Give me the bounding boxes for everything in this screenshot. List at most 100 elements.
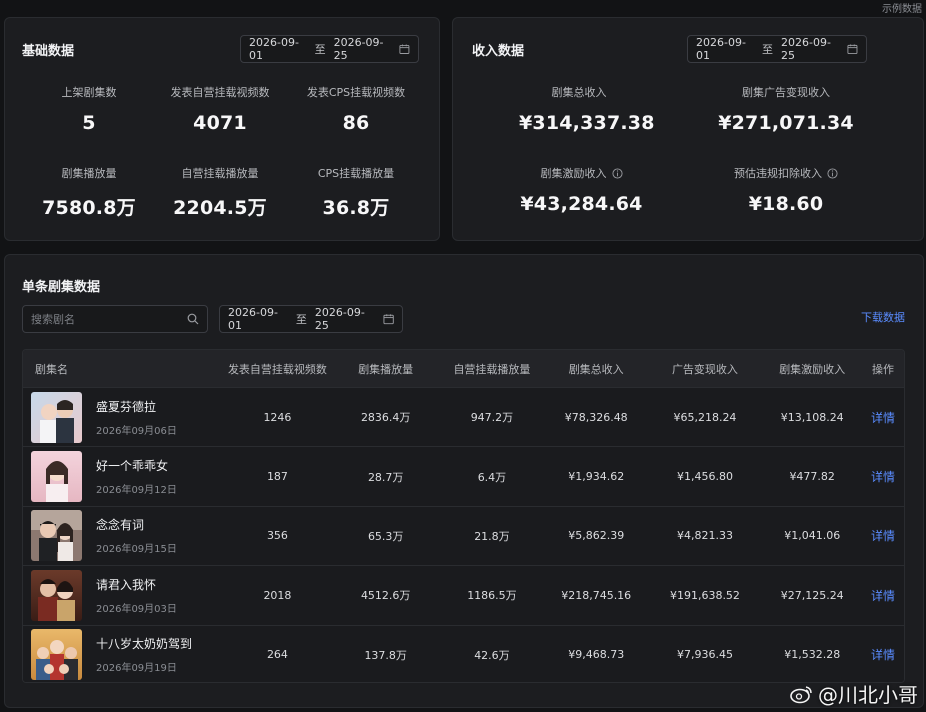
drama-date: 2026年09月06日 — [96, 425, 177, 437]
calendar-icon — [383, 314, 394, 325]
detail-link[interactable]: 详情 — [862, 646, 904, 663]
cell-videos: 2018 — [263, 588, 292, 602]
cell-videos: 264 — [266, 648, 288, 662]
drama-date: 2026年09月15日 — [96, 544, 177, 556]
single-date-sep: 至 — [295, 313, 307, 326]
weibo-watermark: @川北小哥 — [790, 679, 918, 708]
detail-link[interactable]: 详情 — [862, 468, 904, 485]
drama-name: 请君入我怀 — [96, 577, 157, 592]
drama-date: 2026年09月19日 — [96, 663, 177, 675]
table-row: 盛夏芬德拉 2026年09月06日 1246 2836.4万 947.2万 ¥7… — [23, 387, 904, 447]
single-date-range[interactable]: 2026-09-01 至 2026-09-25 — [219, 305, 403, 333]
cell-total: ¥78,326.48 — [564, 410, 628, 424]
cell-incentive: ¥13,108.24 — [780, 410, 844, 424]
cell-incentive: ¥1,532.28 — [784, 648, 841, 662]
basic-date-end: 2026-09-25 — [333, 36, 384, 62]
stat-incentive-income: 剧集激励收入 ¥43,284.64 — [520, 167, 643, 215]
basic-date-start: 2026-09-01 — [249, 36, 299, 62]
col-header-ad: 广告变现收入 — [671, 362, 738, 376]
cell-videos: 187 — [266, 470, 288, 484]
drama-search-input[interactable] — [31, 312, 187, 326]
detail-link[interactable]: 详情 — [862, 527, 904, 544]
single-date-start: 2026-09-01 — [228, 306, 278, 332]
stat-cps-plays: CPS挂载播放量 36.8万 — [317, 167, 395, 219]
single-date-end: 2026-09-25 — [314, 306, 365, 332]
cell-ad: ¥4,821.33 — [676, 529, 733, 543]
drama-table: 剧集名 发表自营挂载视频数 剧集播放量 自营挂载播放量 剧集总收入 广告变现收入… — [22, 349, 905, 683]
cell-self-plays: 947.2万 — [470, 411, 514, 425]
cell-self-plays: 42.6万 — [474, 648, 510, 662]
col-header-total: 剧集总收入 — [568, 362, 624, 376]
detail-link[interactable]: 详情 — [862, 587, 904, 604]
col-header-videos: 发表自营挂载视频数 — [227, 362, 327, 376]
table-row: 十八岁太奶奶驾到 2026年09月19日 264 137.8万 42.6万 ¥9… — [23, 624, 904, 682]
info-icon[interactable] — [827, 167, 838, 179]
stat-ad-income: 剧集广告变现收入 ¥271,071.34 — [718, 86, 854, 134]
col-header-incentive: 剧集激励收入 — [779, 362, 846, 376]
drama-poster[interactable] — [31, 451, 82, 503]
cell-self-plays: 6.4万 — [477, 470, 507, 484]
basic-date-sep: 至 — [314, 43, 326, 56]
income-data-title: 收入数据 — [472, 44, 525, 59]
stat-self-plays: 自营挂载播放量 2204.5万 — [173, 167, 267, 219]
stat-cps-videos: 发表CPS挂载视频数 86 — [306, 86, 406, 134]
stat-self-videos: 发表自营挂载视频数 4071 — [170, 86, 270, 134]
cell-ad: ¥65,218.24 — [673, 410, 737, 424]
table-header: 剧集名 发表自营挂载视频数 剧集播放量 自营挂载播放量 剧集总收入 广告变现收入… — [23, 350, 904, 387]
watermark-text: @川北小哥 — [818, 683, 918, 707]
income-date-range[interactable]: 2026-09-01 至 2026-09-25 — [687, 35, 867, 63]
table-row: 请君入我怀 2026年09月03日 2018 4512.6万 1186.5万 ¥… — [23, 565, 904, 625]
cell-incentive: ¥1,041.06 — [784, 529, 841, 543]
stat-total-income: 剧集总收入 ¥314,337.38 — [519, 86, 655, 134]
drama-name: 好一个乖乖女 — [96, 459, 169, 474]
search-icon[interactable] — [187, 313, 199, 325]
drama-date: 2026年09月03日 — [96, 603, 177, 615]
basic-date-range[interactable]: 2026-09-01 至 2026-09-25 — [240, 35, 419, 63]
cell-plays: 137.8万 — [364, 648, 407, 662]
drama-poster[interactable] — [31, 629, 82, 681]
cell-videos: 1246 — [263, 410, 292, 424]
cell-videos: 356 — [266, 529, 288, 543]
col-header-plays: 剧集播放量 — [358, 362, 414, 376]
table-row: 念念有词 2026年09月15日 356 65.3万 21.8万 ¥5,862.… — [23, 505, 904, 566]
basic-data-title: 基础数据 — [22, 44, 75, 59]
stat-drama-plays: 剧集播放量 7580.8万 — [42, 167, 136, 219]
download-data-link[interactable]: 下载数据 — [861, 309, 905, 325]
single-drama-title: 单条剧集数据 — [22, 280, 101, 295]
drama-date: 2026年09月12日 — [96, 485, 177, 497]
cell-plays: 2836.4万 — [360, 411, 411, 425]
cell-self-plays: 1186.5万 — [467, 589, 517, 603]
weibo-logo-icon — [790, 685, 812, 703]
drama-name: 十八岁太奶奶驾到 — [96, 637, 193, 652]
cell-incentive: ¥477.82 — [789, 470, 835, 484]
calendar-icon — [399, 44, 410, 54]
drama-poster[interactable] — [31, 569, 82, 621]
table-row: 好一个乖乖女 2026年09月12日 187 28.7万 6.4万 ¥1,934… — [23, 446, 904, 506]
col-header-name: 剧集名 — [35, 362, 68, 376]
cell-total: ¥1,934.62 — [568, 470, 625, 484]
basic-data-card: 基础数据 2026-09-01 至 2026-09-25 上架剧集数 5 发表自… — [4, 17, 440, 241]
cell-plays: 4512.6万 — [360, 589, 411, 603]
income-date-start: 2026-09-01 — [696, 36, 746, 62]
drama-search-box[interactable] — [22, 305, 208, 333]
cell-ad: ¥191,638.52 — [669, 588, 740, 602]
detail-link[interactable]: 详情 — [862, 409, 904, 426]
drama-name: 盛夏芬德拉 — [96, 399, 157, 414]
drama-name: 念念有词 — [96, 518, 145, 533]
cell-ad: ¥7,936.45 — [676, 648, 733, 662]
drama-poster[interactable] — [31, 510, 82, 562]
col-header-action: 操作 — [872, 362, 895, 376]
sample-data-tag: 示例数据 — [882, 4, 922, 15]
income-date-end: 2026-09-25 — [781, 36, 831, 62]
income-date-sep: 至 — [762, 43, 774, 56]
cell-total: ¥9,468.73 — [568, 648, 625, 662]
income-data-card: 收入数据 2026-09-01 至 2026-09-25 剧集总收入 ¥314,… — [452, 17, 924, 241]
cell-self-plays: 21.8万 — [474, 529, 510, 543]
cell-plays: 65.3万 — [367, 529, 404, 543]
info-icon[interactable] — [611, 167, 623, 179]
drama-poster[interactable] — [31, 391, 82, 443]
cell-total: ¥5,862.39 — [568, 529, 625, 543]
stat-deduction-income: 预估违规扣除收入 ¥18.60 — [716, 165, 856, 215]
calendar-icon — [847, 44, 858, 54]
col-header-self-plays: 自营挂载播放量 — [453, 362, 531, 376]
